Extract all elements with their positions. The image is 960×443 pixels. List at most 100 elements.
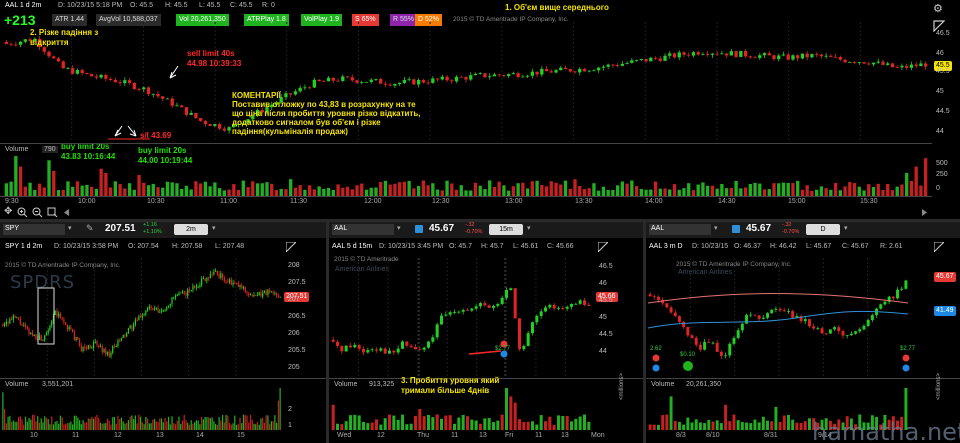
spy-candle xyxy=(262,292,264,297)
spy-candle xyxy=(98,344,100,348)
comment-line2: що ціна після пробиття уровня різко відк… xyxy=(232,109,421,118)
aal3m-candle xyxy=(673,312,677,317)
aal5d-price-chart[interactable] xyxy=(329,258,595,378)
main-candle xyxy=(729,51,734,56)
main-volume-bar xyxy=(625,183,629,196)
spy-volume-bar xyxy=(37,416,39,430)
aal3m-symbol-dropdown-icon[interactable]: ▾ xyxy=(714,224,718,232)
main-volume-tick: 500 xyxy=(936,160,948,167)
main-x-tick: 15:00 xyxy=(788,198,806,205)
main-candle xyxy=(833,56,838,58)
main-volume-bar xyxy=(521,182,525,196)
spy-symbol-dropdown-icon[interactable]: ▾ xyxy=(68,224,72,232)
spy-candle xyxy=(70,327,72,330)
main-volume-bar xyxy=(544,186,549,196)
spy-chart-panel: SPY ▾ ✎ 207.51 +1.16 +1.10% 2m ▾ SPY 1 d… xyxy=(0,222,326,443)
spy-volume-bar xyxy=(16,421,18,430)
main-volume-bar xyxy=(724,188,729,196)
main-candle xyxy=(180,105,184,108)
aal5d-candle xyxy=(331,339,335,342)
spy-pencil-icon[interactable]: ✎ xyxy=(86,223,94,234)
main-candle xyxy=(307,87,312,89)
main-volume-bar xyxy=(530,181,534,196)
main-symbol[interactable]: AAL 1 d 2m xyxy=(5,2,41,9)
aal5d-link-icon[interactable] xyxy=(415,225,423,233)
spy-volume-bar xyxy=(68,422,70,430)
aal5d-symbol-dropdown-icon[interactable]: ▾ xyxy=(397,224,401,232)
spy-volume-bar xyxy=(221,414,224,430)
main-volume-bar xyxy=(369,187,373,196)
scroll-left-icon[interactable] xyxy=(64,209,70,216)
main-price-chart[interactable] xyxy=(0,22,932,142)
aal3m-timeframe-dropdown-icon[interactable]: ▾ xyxy=(844,224,848,232)
spy-expand-icon[interactable] xyxy=(285,241,298,254)
aal3m-expand-icon[interactable] xyxy=(933,241,946,254)
spy-candle xyxy=(256,295,259,296)
main-volume-bar xyxy=(568,188,572,196)
aal3m-price-chart[interactable] xyxy=(646,258,912,378)
aal3m-candle xyxy=(896,289,899,299)
spy-candle xyxy=(68,327,70,330)
main-candle xyxy=(412,79,416,85)
aal5d-x-tick: Wed xyxy=(337,432,352,439)
spy-volume-bar xyxy=(164,417,166,430)
aal3m-candle xyxy=(669,307,673,313)
aal3m-candle xyxy=(749,314,753,316)
spy-candle xyxy=(47,330,49,334)
spy-symbol-input[interactable]: SPY xyxy=(3,224,65,235)
main-candle xyxy=(99,74,103,78)
aal3m-candle xyxy=(736,330,740,338)
settings-gear-icon[interactable]: ⚙ xyxy=(933,2,947,15)
main-candle xyxy=(862,62,866,64)
main-candle xyxy=(151,93,155,95)
spy-volume-bar xyxy=(134,415,137,430)
spy-volume-bar xyxy=(208,417,210,430)
main-candle xyxy=(597,67,601,71)
aal5d-timeframe-dropdown-icon[interactable]: ▾ xyxy=(527,224,531,232)
aal5d-expand-icon[interactable] xyxy=(597,241,610,254)
aal3m-link-icon[interactable] xyxy=(732,225,740,233)
main-volume-bar xyxy=(554,182,558,196)
aal5d-timeframe-button[interactable]: 15m xyxy=(489,224,523,235)
main-candle xyxy=(691,52,696,56)
aal5d-volume-bar xyxy=(370,422,374,430)
spy-candle xyxy=(115,346,117,348)
aal5d-dividend-badge: $2.77 xyxy=(495,346,511,352)
spy-volume-bar xyxy=(230,424,232,430)
spy-volume-bar xyxy=(87,418,89,430)
zoom-out-icon[interactable] xyxy=(32,207,43,218)
zoom-in-icon[interactable] xyxy=(17,207,28,218)
aal5d-volume-bar xyxy=(405,424,409,430)
main-candle xyxy=(426,82,430,84)
main-candle xyxy=(781,54,786,56)
spy-candle xyxy=(204,278,206,281)
main-candle xyxy=(402,80,407,83)
main-candle xyxy=(360,82,364,83)
spy-candle xyxy=(133,324,135,330)
aal3m-volume-bar xyxy=(778,421,782,430)
scroll-right-icon[interactable] xyxy=(921,209,927,216)
spy-price-chart[interactable] xyxy=(0,258,283,378)
main-volume-bar xyxy=(307,185,312,196)
zoom-box-icon[interactable] xyxy=(47,207,58,218)
spy-candle xyxy=(183,291,185,294)
main-volume-bar xyxy=(587,188,591,196)
aal5d-volume-bar xyxy=(582,414,587,430)
aal3m-volume-axis-label: <millions> xyxy=(936,372,942,400)
spy-candle xyxy=(92,342,95,348)
spy-volume-bar xyxy=(38,422,41,430)
main-volume-bar xyxy=(241,180,245,196)
aal5d-symbol-input[interactable]: AAL xyxy=(332,224,394,235)
aal3m-candle xyxy=(858,329,862,332)
aal5d-candle xyxy=(483,303,487,306)
aal3m-timeframe-button[interactable]: D xyxy=(806,224,840,235)
aal3m-symbol-input[interactable]: AAL xyxy=(649,224,711,235)
spy-timeframe-button[interactable]: 2m xyxy=(174,224,208,235)
aal3m-volume-bar xyxy=(774,406,778,430)
main-candle xyxy=(184,107,189,115)
pan-icon[interactable]: ✥ xyxy=(4,206,12,217)
main-candle xyxy=(146,87,151,95)
spy-timeframe-dropdown-icon[interactable]: ▾ xyxy=(212,224,216,232)
spy-volume-bar xyxy=(124,423,126,430)
aal5d-volume-bar xyxy=(383,418,387,430)
